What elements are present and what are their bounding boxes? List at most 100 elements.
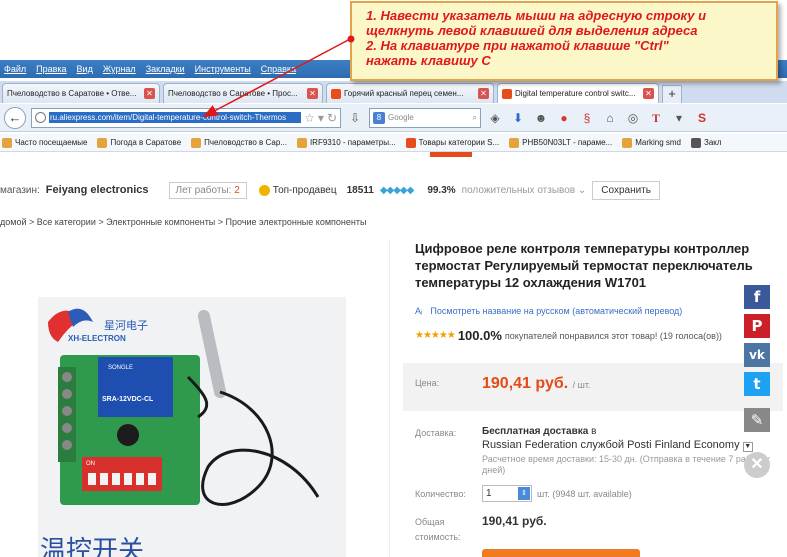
tab-bar: Пчеловодство в Саратове • Отве... ✕ Пчел… bbox=[0, 81, 787, 103]
close-tab-icon[interactable]: ✕ bbox=[307, 88, 318, 99]
twitter-share-button[interactable]: t bbox=[744, 372, 770, 396]
tab-beekeeping-2[interactable]: Пчеловодство в Саратове • Прос... ✕ bbox=[163, 83, 323, 103]
positive-reviews-dropdown[interactable]: положительных отзывов ⌄ bbox=[462, 185, 587, 196]
twitter-icon: t bbox=[753, 375, 761, 393]
pinterest-share-button[interactable]: P bbox=[744, 314, 770, 338]
bookmark-irf9310[interactable]: IRF9310 - параметры... bbox=[296, 137, 396, 148]
bookmark-label: Marking smd bbox=[635, 138, 681, 147]
diamond-rating-icon: ◆◆◆◆◆ bbox=[379, 184, 414, 196]
bookmarks-bar: Часто посещаемые Погода в Саратове Пчело… bbox=[0, 134, 787, 152]
product-photo-drawing: 星河电子 XH-ELECTRON SONGLE SRA-12VDC-CL ON … bbox=[40, 308, 320, 557]
tab-label: Пчеловодство в Саратове • Отве... bbox=[7, 89, 137, 98]
back-button[interactable]: ← bbox=[4, 106, 26, 129]
save-store-button[interactable]: Сохранить bbox=[592, 180, 660, 200]
shipping-label: Доставка: bbox=[415, 428, 457, 438]
store-label: магазин: bbox=[0, 184, 40, 196]
seller-score: 18511 bbox=[346, 184, 374, 196]
buy-now-button[interactable] bbox=[482, 549, 640, 557]
search-icon[interactable]: ⌕ bbox=[473, 113, 477, 123]
download-arrow-icon[interactable]: ⇩ bbox=[346, 109, 364, 127]
callout-line-2: щелкнуть левой клавишей для выделения ад… bbox=[366, 23, 698, 38]
price-unit: / шт. bbox=[572, 380, 591, 390]
bookmark-category[interactable]: Товары категории S... bbox=[405, 137, 500, 148]
new-tab-button[interactable]: + bbox=[662, 85, 682, 103]
sync-icon[interactable]: ◎ bbox=[624, 109, 642, 127]
menu-history[interactable]: Журнал bbox=[103, 64, 136, 74]
bookmark-icon bbox=[691, 137, 701, 148]
search-box[interactable]: 8 Google ⌕ bbox=[369, 107, 481, 128]
quantity-stepper[interactable]: 1 ⇕ bbox=[482, 485, 532, 502]
close-share-button[interactable]: ✕ bbox=[744, 452, 770, 478]
shipping-method[interactable]: Russian Federation службой Posti Finland… bbox=[482, 439, 753, 452]
bookmark-marking-smd[interactable]: Marking smd bbox=[622, 137, 681, 148]
total-value: 190,41 руб. bbox=[482, 514, 547, 528]
reload-icon[interactable]: ↻ bbox=[327, 111, 337, 125]
menu-bookmarks[interactable]: Закладки bbox=[146, 64, 185, 74]
menu-dropdown-icon[interactable]: ▾ bbox=[670, 109, 688, 127]
close-tab-icon[interactable]: ✕ bbox=[643, 88, 654, 99]
tab-digital-temperature[interactable]: Digital temperature control switc... ✕ bbox=[497, 83, 659, 103]
on-text: ON bbox=[86, 461, 95, 467]
positive-reviews-label: положительных отзывов bbox=[461, 184, 576, 196]
translate-t-icon[interactable]: T bbox=[647, 109, 665, 127]
positive-percent: 99.3% bbox=[427, 184, 456, 196]
s-extension-icon[interactable]: S bbox=[693, 109, 711, 127]
price-amount: 190,41 руб. bbox=[482, 375, 569, 392]
bottom-cn-text: 温控开关 bbox=[40, 536, 144, 557]
adblock-icon[interactable]: ● bbox=[555, 109, 573, 127]
tab-pepper-seeds[interactable]: Горячий красный перец семен... ✕ bbox=[326, 83, 494, 103]
menu-edit[interactable]: Правка bbox=[36, 64, 66, 74]
dropdown-icon[interactable]: ▾ bbox=[318, 111, 324, 125]
bookmark-label: IRF9310 - параметры... bbox=[309, 138, 396, 147]
weather-icon bbox=[97, 137, 108, 148]
product-title-line-2: термостат Регулируемый термостат переклю… bbox=[415, 258, 753, 273]
total-label: Общая стоимость: bbox=[415, 517, 461, 542]
menu-tools[interactable]: Инструменты bbox=[195, 64, 251, 74]
chevron-down-icon[interactable]: ▼ bbox=[742, 442, 753, 452]
bookmark-icon bbox=[191, 137, 202, 148]
product-image[interactable]: 星河电子 XH-ELECTRON SONGLE SRA-12VDC-CL ON … bbox=[0, 240, 390, 557]
pocket-icon[interactable]: ◈ bbox=[486, 109, 504, 127]
bookmark-icon bbox=[509, 137, 520, 148]
aliexpress-icon bbox=[331, 88, 341, 99]
google-icon: 8 bbox=[373, 111, 385, 124]
instruction-callout: 1. Навести указатель мыши на адресную ст… bbox=[350, 1, 778, 81]
url-text[interactable]: ru.aliexpress.com/item/Digital-temperatu… bbox=[49, 112, 302, 123]
spinner-icon[interactable]: ⇕ bbox=[518, 487, 530, 500]
menu-view[interactable]: Вид bbox=[77, 64, 93, 74]
translate-link[interactable]: Aᵢ Посмотреть название на русском (автом… bbox=[415, 306, 682, 316]
close-tab-icon[interactable]: ✕ bbox=[144, 88, 155, 99]
bookmark-beekeeping[interactable]: Пчеловодство в Сар... bbox=[191, 137, 287, 148]
breadcrumb[interactable]: домой > Все категории > Электронные комп… bbox=[0, 217, 366, 227]
shipping-title: Бесплатная доставка в bbox=[482, 426, 596, 437]
callout-line-4: нажать клавишу С bbox=[366, 53, 491, 68]
bookmark-more[interactable]: Закл bbox=[691, 137, 722, 148]
store-name[interactable]: Feiyang electronics bbox=[46, 184, 149, 196]
bookmark-star-icon[interactable]: ☆ bbox=[304, 111, 315, 125]
home-icon[interactable]: ⌂ bbox=[601, 109, 619, 127]
product-title: Цифровое реле контроля температуры контр… bbox=[415, 240, 755, 291]
address-bar[interactable]: ru.aliexpress.com/item/Digital-temperatu… bbox=[31, 107, 341, 128]
download-icon[interactable]: ⬇ bbox=[509, 109, 527, 127]
vk-share-button[interactable]: vk bbox=[744, 343, 770, 367]
years-value: 2 bbox=[234, 184, 240, 196]
chat-icon[interactable]: ☻ bbox=[532, 109, 550, 127]
bookmark-icon bbox=[622, 137, 633, 148]
search-placeholder: Google bbox=[388, 113, 414, 122]
bookmark-label: Товары категории S... bbox=[418, 138, 500, 147]
tab-label: Горячий красный перец семен... bbox=[344, 89, 464, 98]
translate-label: Посмотреть название на русском (автомати… bbox=[430, 306, 683, 316]
tab-label: Digital temperature control switc... bbox=[515, 89, 636, 98]
rating-text[interactable]: покупателей понравился этот товар! (19 г… bbox=[505, 331, 722, 341]
bookmark-weather[interactable]: Погода в Саратове bbox=[97, 137, 181, 148]
close-tab-icon[interactable]: ✕ bbox=[478, 88, 489, 99]
tab-beekeeping-1[interactable]: Пчеловодство в Саратове • Отве... ✕ bbox=[2, 83, 160, 103]
menu-file[interactable]: Файл bbox=[4, 64, 26, 74]
bookmark-phb50n03lt[interactable]: PHB50N03LT - параме... bbox=[509, 137, 612, 148]
facebook-share-button[interactable]: f bbox=[744, 285, 770, 309]
header-strip bbox=[430, 152, 472, 157]
menu-help[interactable]: Справка bbox=[261, 64, 296, 74]
bookmark-most-visited[interactable]: Часто посещаемые bbox=[2, 137, 87, 148]
edit-button[interactable]: ✎ bbox=[744, 408, 770, 432]
extension-icon[interactable]: § bbox=[578, 109, 596, 127]
